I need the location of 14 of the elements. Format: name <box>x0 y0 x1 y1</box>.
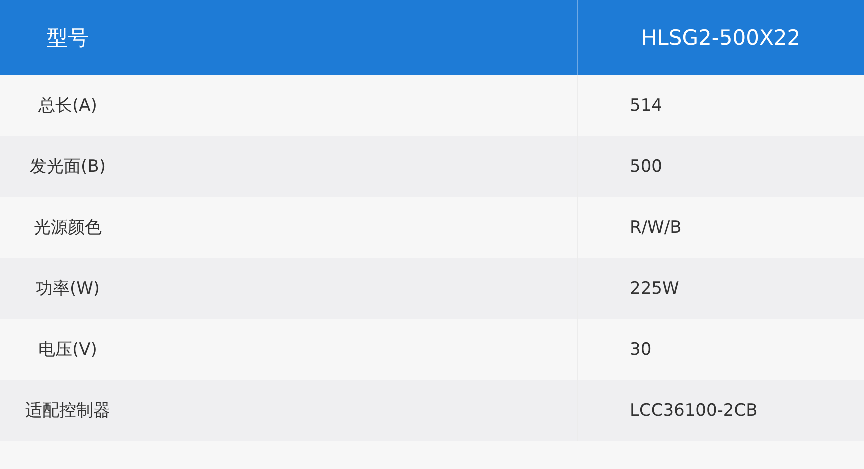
row-label: 功率(W) <box>34 278 102 300</box>
row-value: R/W/B <box>629 218 682 238</box>
row-value: 514 <box>629 96 662 116</box>
column-header: 型号 <box>46 24 90 52</box>
row-value: 30 <box>629 340 652 360</box>
row-label: 光源颜色 <box>33 217 103 239</box>
row-value: 225W <box>629 278 680 298</box>
row-label: 发光面(B) <box>29 156 107 178</box>
row-value: 500 <box>629 156 662 176</box>
row-label: 电压(V) <box>38 339 98 361</box>
row-label: 总长(A) <box>38 95 98 117</box>
column-header: HLSG2-500X22 <box>641 26 801 50</box>
row-value: LCC36100-2CB <box>629 400 758 420</box>
row-label: 适配控制器 <box>24 400 112 422</box>
